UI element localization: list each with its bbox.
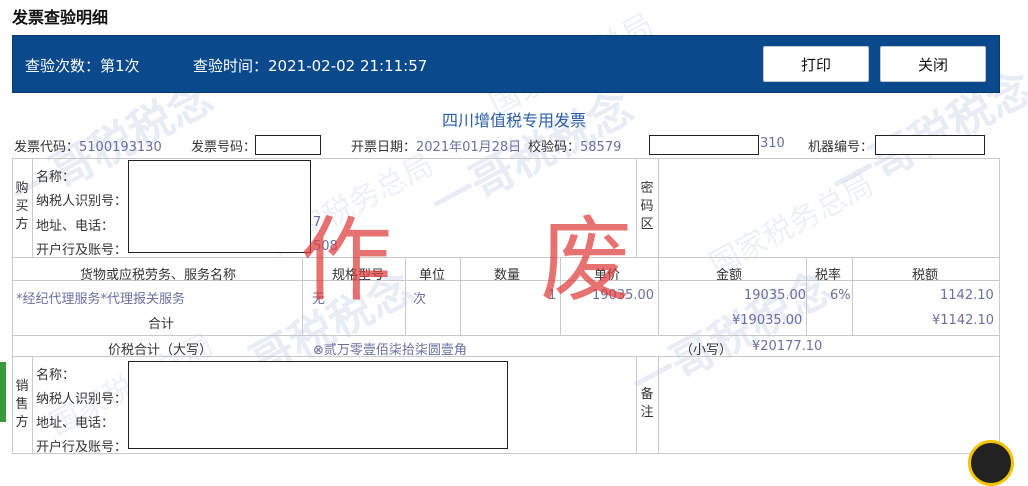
item-unit: 次 bbox=[413, 292, 427, 307]
check-count-label: 查验次数： bbox=[25, 57, 101, 75]
buyer-taxid-label: 纳税人识别号： bbox=[36, 194, 128, 209]
divider-remark-left bbox=[636, 356, 637, 454]
buyer-address-label: 地址、电话： bbox=[36, 219, 115, 234]
invoice-code-value: 5100193130 bbox=[79, 140, 162, 155]
check-code-redacted bbox=[649, 135, 759, 155]
seller-info-redacted bbox=[128, 361, 508, 449]
cipher-side-char-2: 码 bbox=[640, 199, 654, 214]
divider-col-tax bbox=[852, 257, 853, 335]
invoice-title: 四川增值税专用发票 bbox=[441, 111, 586, 130]
item-amount: 19035.00 bbox=[744, 288, 807, 303]
item-tax: 1142.10 bbox=[940, 288, 994, 303]
close-button[interactable]: 关闭 bbox=[880, 46, 986, 82]
col-header-tax: 税额 bbox=[912, 268, 939, 283]
seller-bank-label: 开户行及账号： bbox=[36, 440, 128, 455]
cipher-side-char-1: 密 bbox=[640, 181, 654, 196]
buyer-name-label: 名称： bbox=[36, 170, 76, 185]
machine-number-label: 机器编号： bbox=[808, 140, 874, 155]
check-time-value: 2021-02-02 21:11:57 bbox=[268, 57, 428, 75]
seller-taxid-label: 纳税人识别号： bbox=[36, 392, 128, 407]
issue-date-value: 2021年01月28日 bbox=[416, 140, 522, 155]
seller-side-label: 销 售 方 bbox=[15, 378, 29, 432]
col-header-name: 货物或应税劳务、服务名称 bbox=[80, 268, 237, 283]
cipher-side-char-3: 区 bbox=[640, 217, 654, 232]
check-count-value: 第1次 bbox=[100, 57, 140, 75]
void-stamp-char-1: 作 bbox=[300, 207, 393, 314]
seller-side-char-3: 方 bbox=[15, 415, 29, 430]
divider-col-unit bbox=[405, 257, 406, 335]
buyer-bank-label: 开户行及账号： bbox=[36, 243, 128, 258]
side-tab[interactable] bbox=[0, 362, 6, 422]
invoice-code: 发票代码：5100193130 bbox=[14, 136, 162, 155]
total-small-value: ¥20177.10 bbox=[752, 339, 823, 354]
divider-col-qty bbox=[460, 257, 461, 335]
check-code-end: 310 bbox=[760, 136, 785, 151]
floating-badge-icon[interactable] bbox=[968, 440, 1014, 486]
col-header-rate: 税率 bbox=[815, 268, 842, 283]
buyer-side-char-3: 方 bbox=[15, 217, 29, 232]
seller-side-char-2: 售 bbox=[15, 397, 29, 412]
check-time: 查验时间：2021-02-02 21:11:57 bbox=[193, 55, 427, 76]
seller-address-label: 地址、电话： bbox=[36, 416, 115, 431]
divider-seller-side bbox=[32, 356, 33, 454]
total-label: 价税合计（大写） bbox=[108, 343, 213, 358]
seller-name-label: 名称： bbox=[36, 368, 76, 383]
check-time-label: 查验时间： bbox=[193, 57, 269, 75]
buyer-side-label: 购 买 方 bbox=[15, 180, 29, 234]
cipher-side-label: 密 码 区 bbox=[640, 180, 654, 234]
remarks-side-label: 备 注 bbox=[640, 386, 654, 422]
check-code: 校验码：58579 bbox=[528, 136, 621, 155]
check-info-bar: 查验次数：第1次 查验时间：2021-02-02 21:11:57 打印 关闭 bbox=[12, 35, 1000, 93]
invoice-number-label: 发票号码： bbox=[191, 140, 257, 155]
check-code-start: 58579 bbox=[580, 140, 622, 155]
col-header-amount: 金额 bbox=[716, 268, 743, 283]
machine-number-redacted bbox=[875, 135, 985, 155]
divider-cipher-left bbox=[636, 158, 637, 257]
remarks-side-char-1: 备 bbox=[640, 387, 654, 402]
total-uppercase: ⊗贰万零壹佰柒拾柒圆壹角 bbox=[313, 343, 467, 358]
invoice-number-redacted bbox=[255, 135, 321, 155]
check-code-end-value: 310 bbox=[760, 136, 785, 151]
seller-side-char-1: 销 bbox=[15, 379, 29, 394]
invoice-code-label: 发票代码： bbox=[14, 140, 80, 155]
divider-buyer-side bbox=[32, 158, 33, 257]
page-title: 发票查验明细 bbox=[12, 8, 109, 27]
check-code-label: 校验码： bbox=[528, 140, 581, 155]
item-rate: 6% bbox=[830, 288, 851, 303]
buyer-side-char-1: 购 bbox=[15, 181, 29, 196]
divider-subtotal bbox=[12, 335, 1000, 336]
divider-col-rate bbox=[806, 257, 807, 335]
issue-date-label: 开票日期： bbox=[351, 140, 417, 155]
void-stamp-char-2: 废 bbox=[540, 207, 633, 314]
remarks-side-char-2: 注 bbox=[640, 405, 654, 420]
subtotal-tax: ¥1142.10 bbox=[932, 313, 995, 328]
subtotal-label: 合计 bbox=[148, 317, 175, 332]
buyer-side-char-2: 买 bbox=[15, 199, 29, 214]
buyer-info-redacted bbox=[128, 160, 311, 253]
divider-cipher-right bbox=[658, 158, 659, 257]
col-header-unit: 单位 bbox=[419, 268, 446, 283]
subtotal-amount: ¥19035.00 bbox=[732, 313, 803, 328]
col-header-qty: 数量 bbox=[494, 268, 521, 283]
print-button[interactable]: 打印 bbox=[763, 46, 869, 82]
divider-col-amount bbox=[658, 257, 659, 335]
check-count: 查验次数：第1次 bbox=[25, 55, 140, 76]
issue-date: 开票日期：2021年01月28日 bbox=[351, 136, 521, 155]
total-small-label: （小写） bbox=[680, 343, 733, 358]
item-name: *经纪代理服务*代理报关服务 bbox=[16, 292, 186, 307]
divider-remark-right bbox=[658, 356, 659, 454]
